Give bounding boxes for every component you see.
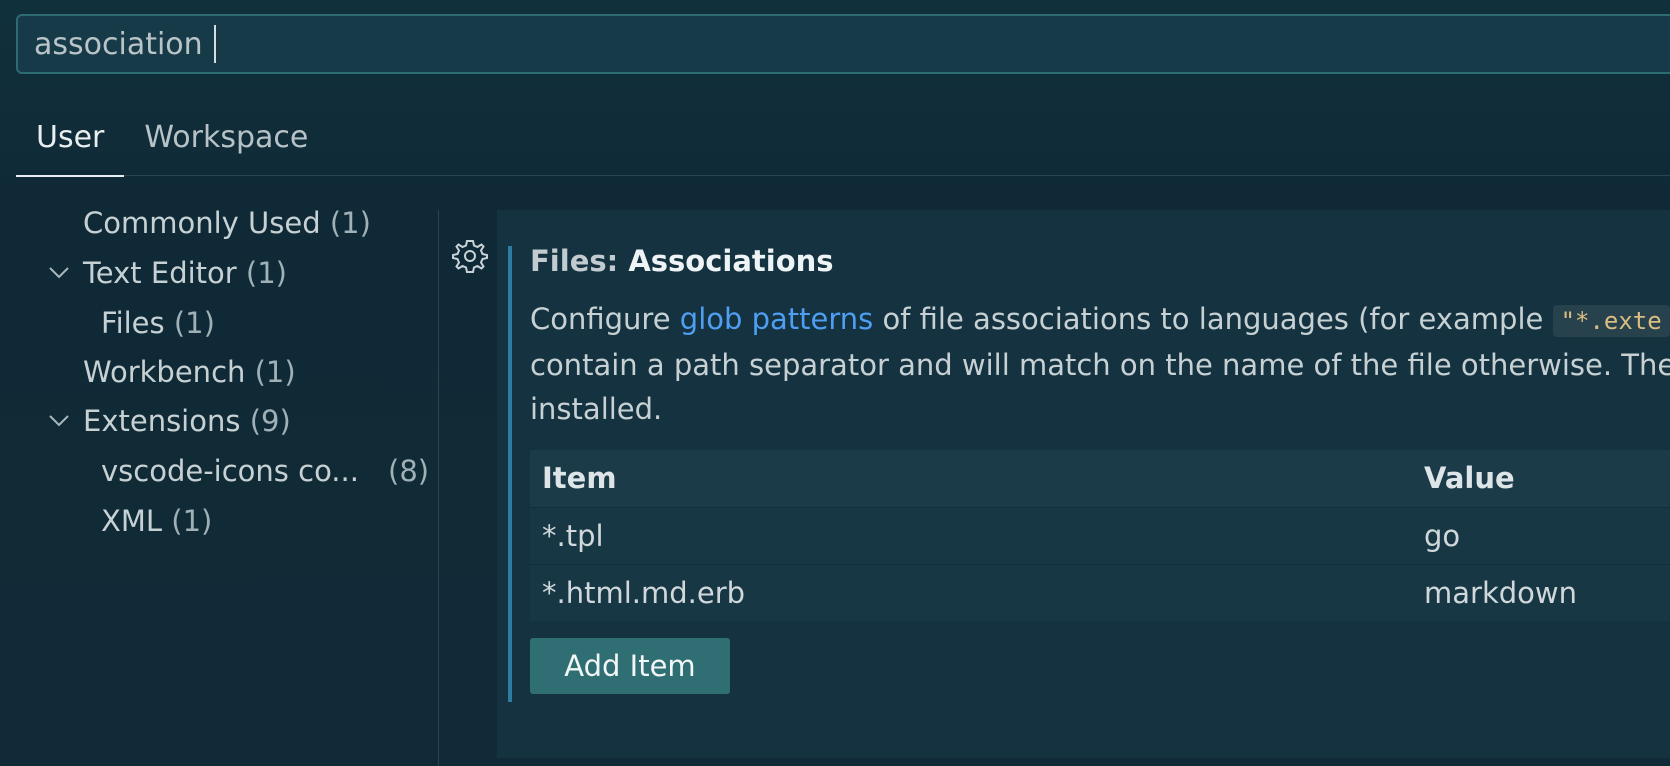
chevron-down-icon[interactable] — [44, 406, 74, 436]
toc-item-count: (1) — [329, 206, 371, 240]
toc-item-count: (9) — [249, 404, 291, 438]
toc-item-count: (1) — [245, 256, 288, 290]
toc-item-label: Text Editor — [83, 256, 237, 290]
glob-patterns-link[interactable]: glob patterns — [680, 302, 874, 336]
search-input[interactable] — [34, 16, 1670, 72]
gear-icon[interactable] — [452, 238, 488, 274]
setting-description: Configure glob patterns of file associat… — [530, 297, 1670, 431]
toc-item-count: (8) — [388, 454, 430, 488]
toc-item-count: (1) — [173, 306, 215, 340]
table-row[interactable]: *.html.md.erb markdown — [530, 564, 1670, 621]
row-item: *.html.md.erb — [542, 576, 746, 610]
table-row[interactable]: *.tpl go — [530, 507, 1670, 564]
settings-scope-tabs: User Workspace — [16, 112, 1670, 177]
code-snippet: "*.exte — [1552, 305, 1670, 337]
setting-title: Files: Associations — [530, 244, 834, 278]
toc-item-xml[interactable]: XML (1) — [101, 504, 212, 538]
chevron-down-icon[interactable] — [44, 258, 74, 288]
toc-item-label: vscode-icons co... — [101, 454, 359, 488]
toc-item-extensions[interactable]: Extensions (9) — [83, 404, 291, 438]
toc-item-label: Workbench — [83, 355, 246, 389]
setting-category: Files: — [530, 244, 629, 278]
row-value: markdown — [1424, 576, 1577, 610]
settings-editor: User Workspace Commonly Used (1) Text Ed… — [0, 0, 1670, 766]
description-text: Configure — [530, 302, 680, 336]
toc-item-text-editor[interactable]: Text Editor (1) — [83, 256, 287, 290]
toc-item-label: Files — [101, 306, 165, 340]
description-text: contain a path separator and will match … — [530, 348, 1670, 382]
toc-divider — [438, 210, 439, 766]
description-text: of file associations to languages (for e… — [873, 302, 1553, 336]
row-value: go — [1424, 519, 1461, 553]
tab-user[interactable]: User — [16, 112, 125, 177]
toc-item-vscode-icons[interactable]: vscode-icons co... (8) — [101, 454, 429, 488]
associations-table: Item Value *.tpl go *.html.md.erb markdo… — [530, 450, 1670, 621]
description-text: installed. — [530, 392, 663, 426]
toc-item-label: XML — [101, 504, 163, 538]
settings-search-box[interactable] — [16, 14, 1670, 74]
toc-item-files[interactable]: Files (1) — [101, 306, 215, 340]
add-item-button[interactable]: Add Item — [530, 638, 730, 694]
column-header-item: Item — [542, 461, 617, 495]
row-item: *.tpl — [542, 519, 604, 553]
toc-item-count: (1) — [254, 355, 296, 389]
setting-name: Associations — [628, 244, 834, 278]
text-caret — [214, 25, 216, 63]
column-header-value: Value — [1424, 461, 1515, 495]
table-header-row: Item Value — [530, 450, 1670, 507]
toc-item-commonly-used[interactable]: Commonly Used (1) — [83, 206, 371, 240]
toc-item-label: Commonly Used — [83, 206, 321, 240]
tab-workspace[interactable]: Workspace — [124, 112, 328, 176]
toc-item-count: (1) — [171, 504, 213, 538]
toc-item-label: Extensions — [83, 404, 241, 438]
toc-item-workbench[interactable]: Workbench (1) — [83, 355, 296, 389]
modified-indicator-bar — [508, 246, 512, 702]
settings-toc: Commonly Used (1) Text Editor (1) Files … — [16, 206, 438, 766]
